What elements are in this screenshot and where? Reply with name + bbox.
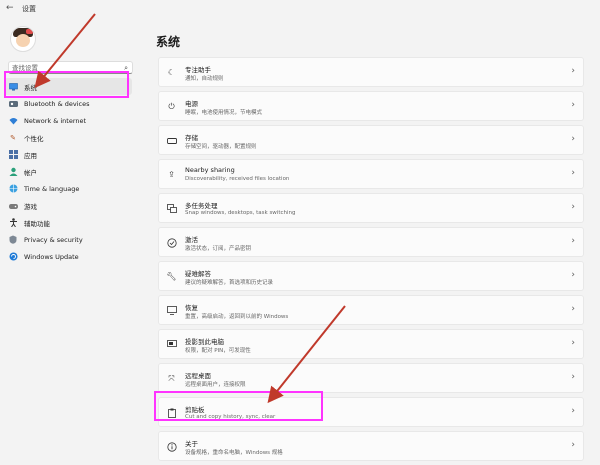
settings-card-about[interactable]: 关于 设备规格，重命名电脑，Windows 规格 › xyxy=(158,431,584,461)
card-title: 关于 xyxy=(185,440,198,448)
card-subtitle: 设备规格，重命名电脑，Windows 规格 xyxy=(185,450,283,456)
annotation-arrow-about xyxy=(267,305,346,404)
annotation-arrows xyxy=(34,13,346,404)
annotation-arrow-system xyxy=(34,13,96,89)
info-icon xyxy=(166,441,177,452)
chevron-right-icon: › xyxy=(571,440,575,450)
